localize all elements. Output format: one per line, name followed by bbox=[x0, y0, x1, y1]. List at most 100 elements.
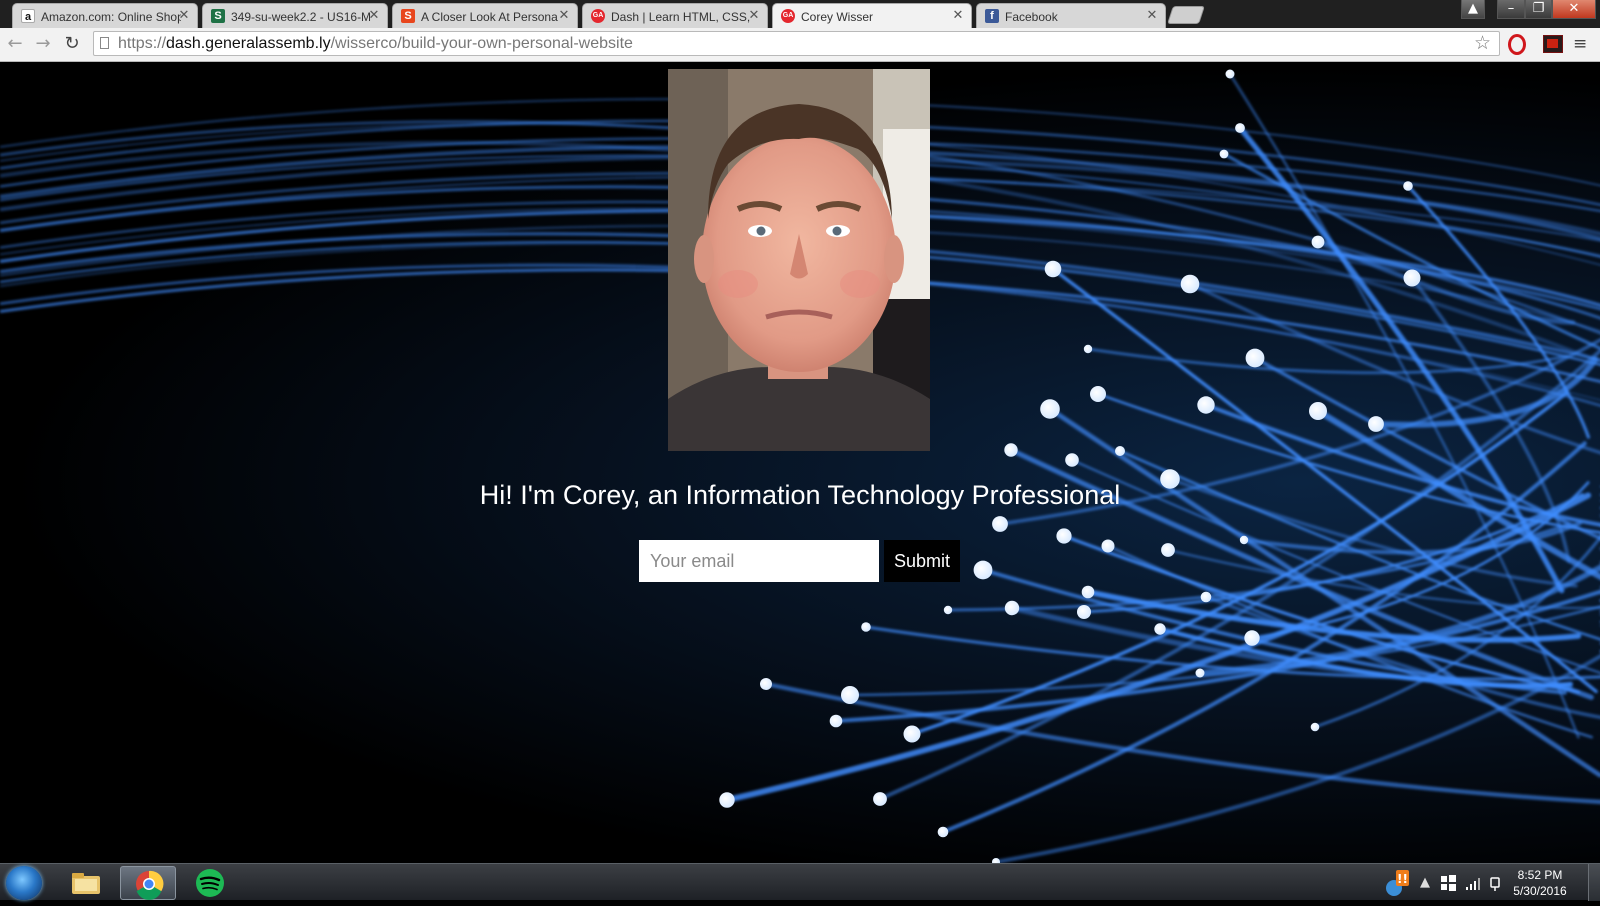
file-explorer-button[interactable] bbox=[58, 866, 114, 900]
fiber-light-dot bbox=[1225, 69, 1235, 79]
menu-icon[interactable]: ≡ bbox=[1573, 34, 1587, 54]
fiber-light-dot bbox=[1311, 235, 1325, 249]
tab-close-icon[interactable]: ✕ bbox=[557, 8, 571, 24]
fiber-light-dot bbox=[760, 678, 772, 690]
bookmark-star-icon[interactable]: ☆ bbox=[1474, 33, 1491, 54]
browser-tab[interactable]: f Facebook ✕ bbox=[976, 3, 1166, 28]
fiber-light-dot bbox=[829, 714, 843, 728]
fiber-light-dot bbox=[1244, 630, 1260, 646]
email-input[interactable] bbox=[639, 540, 879, 582]
fiber-light-dot bbox=[992, 516, 1008, 532]
submit-button[interactable]: Submit bbox=[884, 540, 960, 582]
tab-close-icon[interactable]: ✕ bbox=[1145, 8, 1159, 24]
amazon-favicon-icon: a bbox=[21, 9, 35, 23]
ga-favicon-icon: GA bbox=[781, 9, 795, 23]
fiber-light-dot bbox=[1239, 535, 1249, 545]
fiber-light-dot bbox=[1403, 269, 1421, 287]
reload-icon[interactable]: ↻ bbox=[62, 34, 82, 54]
fiber-strand bbox=[763, 681, 1600, 805]
minimize-button[interactable]: – bbox=[1497, 0, 1525, 19]
browser-tab[interactable]: GA Dash | Learn HTML, CSS, J ✕ bbox=[582, 3, 768, 28]
chrome-icon bbox=[136, 870, 164, 900]
profile-icon[interactable]: ▲ bbox=[1461, 0, 1485, 19]
tab-title: A Closer Look At Persona bbox=[421, 10, 558, 24]
browser-tab-active[interactable]: GA Corey Wisser ✕ bbox=[772, 3, 972, 28]
fiber-light-dot bbox=[1090, 386, 1106, 402]
page-viewport: Hi! I'm Corey, an Information Technology… bbox=[0, 62, 1600, 863]
new-tab-button[interactable] bbox=[1167, 6, 1205, 24]
tab-close-icon[interactable]: ✕ bbox=[177, 8, 191, 24]
browser-toolbar: ← → ↻ https://dash.generalassemb.ly/wiss… bbox=[0, 28, 1600, 62]
fiber-light-dot bbox=[841, 686, 859, 704]
notification-warning-icon[interactable]: !! bbox=[1384, 868, 1410, 898]
profile-photo bbox=[668, 69, 930, 451]
start-button[interactable] bbox=[6, 866, 42, 900]
back-arrow-icon[interactable]: ← bbox=[5, 34, 25, 54]
opera-extension-icon[interactable] bbox=[1508, 34, 1526, 55]
spotify-taskbar-button[interactable] bbox=[182, 866, 238, 900]
fiber-strand bbox=[1373, 356, 1599, 428]
network-signal-icon[interactable] bbox=[1465, 875, 1481, 891]
facebook-favicon-icon: f bbox=[985, 9, 999, 23]
fiber-light-dot bbox=[1044, 260, 1062, 278]
show-desktop-button[interactable] bbox=[1588, 864, 1600, 901]
fiber-light-dot bbox=[1245, 348, 1265, 368]
fiber-light-dot bbox=[1154, 623, 1166, 635]
tab-close-icon[interactable]: ✕ bbox=[951, 8, 965, 24]
windows-flag-icon[interactable] bbox=[1440, 875, 1456, 891]
fiber-light-dot bbox=[1161, 543, 1175, 557]
fiber-light-dot bbox=[1040, 399, 1060, 419]
extension-icon[interactable] bbox=[1543, 35, 1563, 53]
article-favicon-icon: S bbox=[401, 9, 415, 23]
fiber-light-dot bbox=[1197, 396, 1215, 414]
fiber-light-dot bbox=[1101, 539, 1115, 553]
fiber-light-dot bbox=[937, 826, 949, 838]
browser-tab[interactable]: S A Closer Look At Persona ✕ bbox=[392, 3, 578, 28]
fiber-light-dot bbox=[861, 622, 871, 632]
svg-text:!!: !! bbox=[1397, 872, 1408, 886]
fiber-light-dot bbox=[1200, 591, 1212, 603]
fiber-light-dot bbox=[1195, 668, 1205, 678]
fiber-light-dot bbox=[1081, 585, 1095, 599]
fiber-light-dot bbox=[1115, 446, 1125, 456]
profile-photo-image bbox=[668, 69, 930, 451]
fiber-light-dot bbox=[1004, 600, 1020, 616]
fiber-light-dot bbox=[1180, 274, 1200, 294]
fiber-light-dot bbox=[1219, 149, 1229, 159]
address-bar[interactable]: https://dash.generalassemb.ly/wisserco/b… bbox=[93, 31, 1500, 56]
clock-time[interactable]: 8:52 PM bbox=[1500, 868, 1580, 882]
tab-title: Corey Wisser bbox=[801, 10, 874, 24]
tab-title: Amazon.com: Online Shop bbox=[41, 10, 181, 24]
fiber-light-dot bbox=[943, 605, 953, 615]
browser-tab-strip: a Amazon.com: Online Shop ✕ S 349-su-wee… bbox=[0, 0, 1600, 28]
chrome-taskbar-button[interactable] bbox=[120, 866, 176, 900]
fiber-light-dot bbox=[973, 560, 993, 580]
ga-favicon-icon: GA bbox=[591, 9, 605, 23]
browser-tab[interactable]: S 349-su-week2.2 - US16-M ✕ bbox=[202, 3, 388, 28]
file-explorer-icon bbox=[72, 873, 100, 894]
fiber-light-dot bbox=[1065, 453, 1079, 467]
tab-title: 349-su-week2.2 - US16-M bbox=[231, 10, 371, 24]
clock-date[interactable]: 5/30/2016 bbox=[1500, 884, 1580, 898]
url-text[interactable]: https://dash.generalassemb.ly/wisserco/b… bbox=[118, 35, 633, 53]
browser-tab[interactable]: a Amazon.com: Online Shop ✕ bbox=[12, 3, 198, 28]
fiber-light-dot bbox=[1056, 528, 1072, 544]
close-window-button[interactable]: ✕ bbox=[1552, 0, 1596, 19]
fiber-light-dot bbox=[1083, 344, 1093, 354]
fiber-light-dot bbox=[1368, 416, 1384, 432]
sheets-favicon-icon: S bbox=[211, 9, 225, 23]
windows-taskbar: !! ▲ 8:52 PM 5/30/2016 bbox=[0, 863, 1600, 901]
tab-close-icon[interactable]: ✕ bbox=[747, 8, 761, 24]
forward-arrow-icon[interactable]: → bbox=[33, 34, 53, 54]
page-headline: Hi! I'm Corey, an Information Technology… bbox=[479, 480, 1121, 510]
fiber-light-dot bbox=[719, 792, 735, 808]
page-icon bbox=[100, 37, 109, 49]
fiber-light-dot bbox=[1403, 181, 1413, 191]
show-hidden-icons-icon[interactable]: ▲ bbox=[1420, 876, 1430, 890]
fiber-strand bbox=[1086, 347, 1568, 375]
maximize-button[interactable]: ❐ bbox=[1525, 0, 1552, 19]
fiber-light-dot bbox=[1310, 722, 1320, 732]
fiber-light-dot bbox=[1235, 123, 1245, 133]
tab-close-icon[interactable]: ✕ bbox=[367, 8, 381, 24]
fiber-light-dot bbox=[873, 792, 887, 806]
